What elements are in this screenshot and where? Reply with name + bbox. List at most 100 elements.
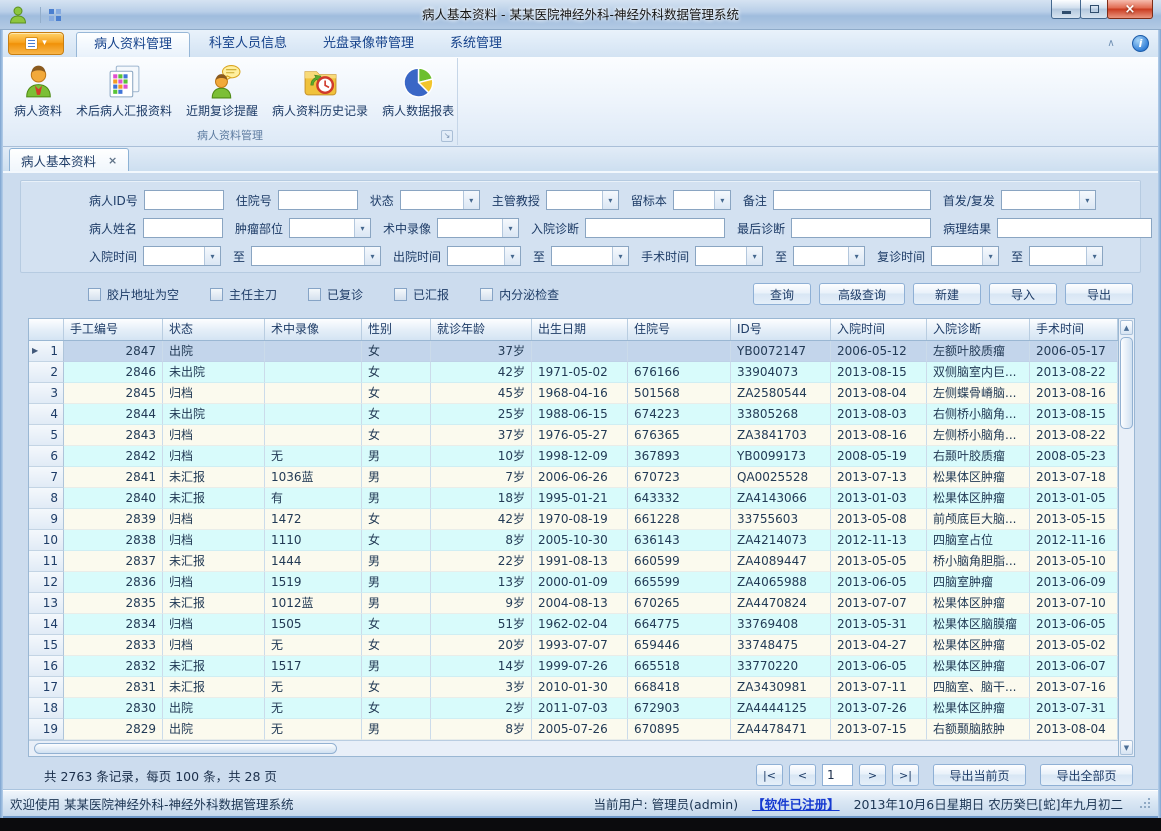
column-header-manual-no[interactable]: 手工编号 — [64, 319, 163, 340]
discharge-time-from-combo[interactable]: ▾ — [447, 246, 521, 266]
ribbon-tab-system-management[interactable]: 系统管理 — [433, 32, 519, 57]
dialog-launcher-icon[interactable]: ↘ — [441, 130, 453, 142]
column-header-id-no[interactable]: ID号 — [731, 319, 831, 340]
patient-data-button[interactable]: 病人资料 — [7, 60, 69, 121]
chevron-down-icon[interactable]: ▾ — [504, 247, 520, 265]
patient-data-report-button[interactable]: 病人数据报表 — [375, 60, 461, 121]
table-row-8[interactable]: 82840未汇报有男18岁1995-01-21643332ZA414306620… — [29, 488, 1118, 509]
patient-id-input[interactable] — [144, 190, 224, 210]
column-header-visit-age[interactable]: 就诊年龄 — [431, 319, 532, 340]
chevron-down-icon[interactable]: ▾ — [1079, 191, 1095, 209]
status-combo[interactable]: ▾ — [400, 190, 480, 210]
table-row-16[interactable]: 162832未汇报1517男14岁1999-07-266655183377022… — [29, 656, 1118, 677]
chevron-down-icon[interactable]: ▾ — [463, 191, 479, 209]
final-diagnosis-input[interactable] — [791, 218, 931, 238]
chevron-down-icon[interactable]: ▾ — [612, 247, 628, 265]
export-all-pages-button[interactable]: 导出全部页 — [1040, 764, 1133, 786]
chevron-down-icon[interactable]: ▾ — [848, 247, 864, 265]
checkbox-box[interactable] — [308, 288, 321, 301]
admission-time-to-combo[interactable]: ▾ — [251, 246, 381, 266]
revisit-time-from-combo[interactable]: ▾ — [931, 246, 999, 266]
resize-grip-icon[interactable] — [1137, 797, 1151, 810]
quick-access-icon[interactable] — [47, 7, 63, 23]
app-menu-button[interactable]: ▾ — [8, 32, 64, 55]
revisit-time-to-combo[interactable]: ▾ — [1029, 246, 1103, 266]
column-header-intraop-video[interactable]: 术中录像 — [265, 319, 362, 340]
professor-combo[interactable]: ▾ — [546, 190, 619, 210]
postop-report-data-button[interactable]: 术后病人汇报资料 — [69, 60, 179, 121]
column-header-admission-time[interactable]: 入院时间 — [831, 319, 927, 340]
specimen-combo[interactable]: ▾ — [673, 190, 731, 210]
tab-close-icon[interactable]: × — [108, 154, 117, 167]
horizontal-scrollbar[interactable] — [29, 740, 1118, 756]
export-button[interactable]: 导出 — [1065, 283, 1133, 305]
scroll-up-icon[interactable]: ▲ — [1120, 320, 1133, 335]
remark-input[interactable] — [773, 190, 931, 210]
patient-name-input[interactable] — [143, 218, 223, 238]
prev-page-button[interactable]: < — [789, 764, 816, 786]
intraop-video-combo[interactable]: ▾ — [437, 218, 519, 238]
reported-checkbox[interactable]: 已汇报 — [394, 286, 449, 303]
checkbox-box[interactable] — [88, 288, 101, 301]
recent-revisit-reminder-button[interactable]: 近期复诊提醒 — [179, 60, 265, 121]
column-header-status[interactable]: 状态 — [163, 319, 265, 340]
surgery-time-from-combo[interactable]: ▾ — [695, 246, 763, 266]
chevron-down-icon[interactable]: ▾ — [364, 247, 380, 265]
column-header-birth-date[interactable]: 出生日期 — [532, 319, 628, 340]
table-row-18[interactable]: 182830出院无女2岁2011-07-03672903ZA4444125201… — [29, 698, 1118, 719]
vscroll-track[interactable] — [1119, 430, 1134, 739]
query-button[interactable]: 查询 — [753, 283, 811, 305]
table-row-2[interactable]: 22846未出院女42岁1971-05-02676166339040732013… — [29, 362, 1118, 383]
chevron-down-icon[interactable]: ▾ — [602, 191, 618, 209]
table-row-13[interactable]: 132835未汇报1012蓝男9岁2004-08-13670265ZA44708… — [29, 593, 1118, 614]
new-button[interactable]: 新建 — [913, 283, 981, 305]
import-button[interactable]: 导入 — [989, 283, 1057, 305]
ribbon-tab-patient-data-management[interactable]: 病人资料管理 — [76, 32, 190, 57]
tab-patient-basic-info[interactable]: 病人基本资料 × — [9, 148, 129, 171]
advanced-query-button[interactable]: 高级查询 — [819, 283, 905, 305]
titlebar[interactable]: 病人基本资料 - 某某医院神经外科-神经外科数据管理系统 — [0, 0, 1161, 30]
checkbox-box[interactable] — [480, 288, 493, 301]
revisited-checkbox[interactable]: 已复诊 — [308, 286, 363, 303]
ribbon-tab-department-staff-info[interactable]: 科室人员信息 — [192, 32, 304, 57]
last-page-button[interactable]: >| — [892, 764, 919, 786]
chevron-down-icon[interactable]: ▾ — [204, 247, 220, 265]
table-row-19[interactable]: 192829出院无男8岁2005-07-26670895ZA4478471201… — [29, 719, 1118, 740]
table-row-3[interactable]: 32845归档女45岁1968-04-16501568ZA25805442013… — [29, 383, 1118, 404]
checkbox-box[interactable] — [394, 288, 407, 301]
chevron-down-icon[interactable]: ▾ — [714, 191, 730, 209]
ribbon-tab-disc-video-tape-management[interactable]: 光盘录像带管理 — [306, 32, 431, 57]
table-row-12[interactable]: 122836归档1519男13岁2000-01-09665599ZA406598… — [29, 572, 1118, 593]
chevron-down-icon[interactable]: ▾ — [982, 247, 998, 265]
table-row-15[interactable]: 152833归档无女20岁1993-07-0765944633748475201… — [29, 635, 1118, 656]
pathology-result-input[interactable] — [997, 218, 1152, 238]
minimize-button[interactable] — [1051, 0, 1081, 19]
table-row-14[interactable]: 142834归档1505女51岁1962-02-0466477533769408… — [29, 614, 1118, 635]
admission-time-from-combo[interactable]: ▾ — [143, 246, 221, 266]
table-row-11[interactable]: 112837未汇报1444男22岁1991-08-13660599ZA40894… — [29, 551, 1118, 572]
admission-no-input[interactable] — [278, 190, 358, 210]
patient-data-history-button[interactable]: 病人资料历史记录 — [265, 60, 375, 121]
column-header-gender[interactable]: 性别 — [362, 319, 431, 340]
first-or-recurrence-combo[interactable]: ▾ — [1001, 190, 1096, 210]
vertical-scrollbar[interactable]: ▲ ▼ — [1118, 319, 1134, 756]
chevron-down-icon[interactable]: ▾ — [354, 219, 370, 237]
table-row-5[interactable]: 52843归档女37岁1976-05-27676365ZA38417032013… — [29, 425, 1118, 446]
table-row-9[interactable]: 92839归档1472女42岁1970-08-19661228337556032… — [29, 509, 1118, 530]
export-current-page-button[interactable]: 导出当前页 — [933, 764, 1026, 786]
table-row-10[interactable]: 102838归档1110女8岁2005-10-30636143ZA4214073… — [29, 530, 1118, 551]
registered-link[interactable]: 【软件已注册】 — [752, 794, 840, 813]
film-address-empty-checkbox[interactable]: 胶片地址为空 — [88, 286, 179, 303]
table-row-4[interactable]: 42844未出院女25岁1988-06-15674223338052682013… — [29, 404, 1118, 425]
checkbox-box[interactable] — [210, 288, 223, 301]
endocrine-exam-checkbox[interactable]: 内分泌检查 — [480, 286, 559, 303]
first-page-button[interactable]: |< — [756, 764, 783, 786]
surgery-time-to-combo[interactable]: ▾ — [793, 246, 865, 266]
column-header-admission-diagnosis[interactable]: 入院诊断 — [927, 319, 1030, 340]
info-icon[interactable]: i — [1132, 35, 1149, 52]
close-button[interactable]: × — [1107, 0, 1153, 19]
table-row-7[interactable]: 72841未汇报1036蓝男7岁2006-06-26670723QA002552… — [29, 467, 1118, 488]
maximize-button[interactable] — [1080, 0, 1108, 19]
admission-diagnosis-input[interactable] — [585, 218, 725, 238]
column-header-surgery-time[interactable]: 手术时间 — [1030, 319, 1118, 340]
